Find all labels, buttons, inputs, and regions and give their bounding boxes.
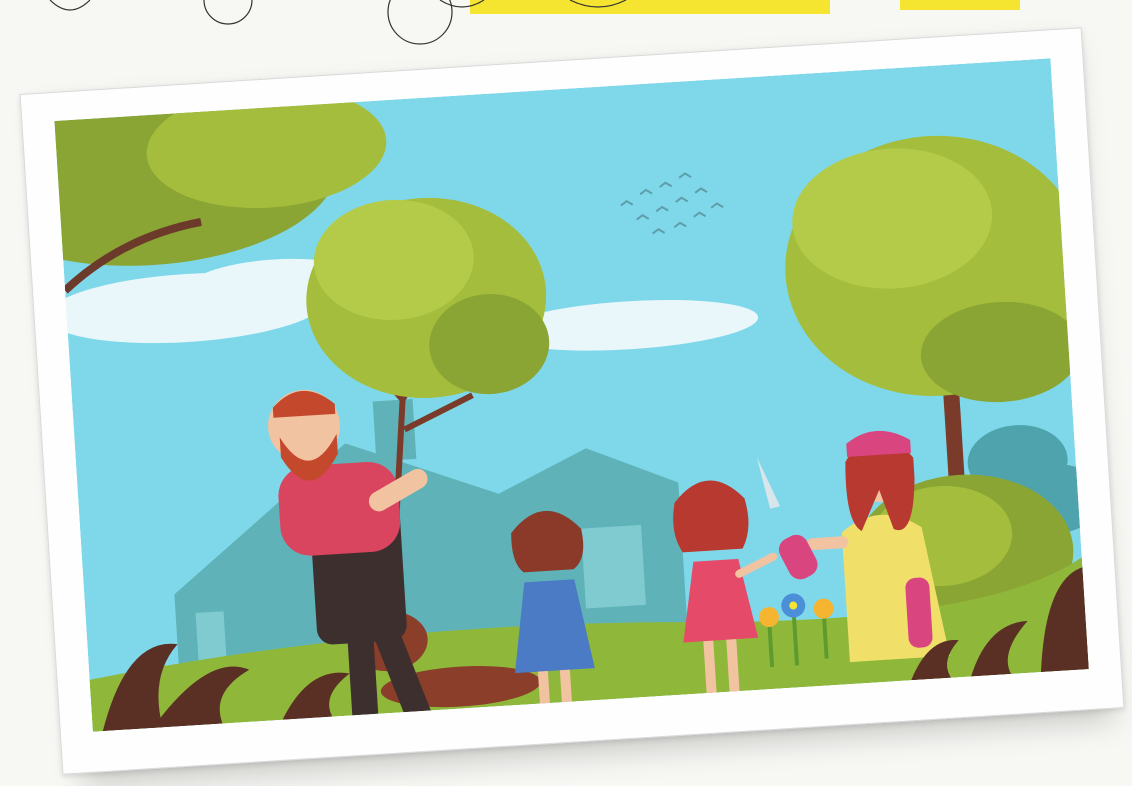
polaroid-photo-frame <box>19 27 1125 775</box>
doodle-curve <box>49 0 91 11</box>
yellow-highlight-stroke <box>470 0 830 14</box>
doodle-circle <box>203 0 253 25</box>
yellow-highlight-stroke <box>900 0 1020 10</box>
gardening-illustration <box>54 58 1089 732</box>
doodle-circle <box>387 0 453 45</box>
